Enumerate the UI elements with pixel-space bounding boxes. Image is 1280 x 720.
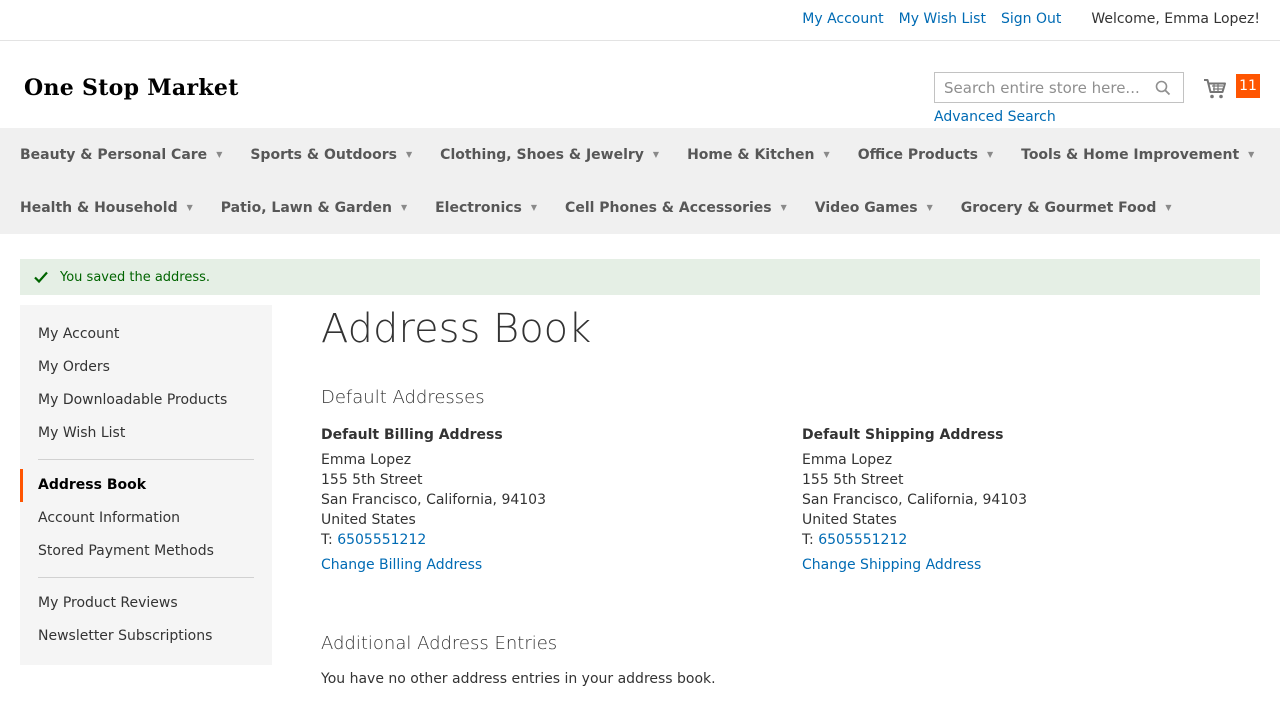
shipping-address-box: Default Shipping Address Emma Lopez 155 … [802, 425, 1027, 575]
advanced-search-link[interactable]: Advanced Search [934, 109, 1056, 125]
success-message-text: You saved the address. [60, 269, 211, 285]
no-additional-addresses-text: You have no other address entries in you… [321, 671, 716, 687]
search-input[interactable] [935, 73, 1145, 102]
top-links: My Account My Wish List Sign Out Welcome… [787, 11, 1260, 27]
chevron-down-icon: ▼ [406, 150, 413, 159]
nav-item-grocery[interactable]: Grocery & Gourmet Food ▼ [961, 200, 1172, 216]
nav-item-label: Tools & Home Improvement [1021, 146, 1240, 163]
nav-item-office[interactable]: Office Products ▼ [858, 147, 993, 163]
nav-item-electronics[interactable]: Electronics ▼ [435, 200, 537, 216]
billing-phone-row: T: 6505551212 [321, 530, 546, 550]
shipping-address-heading: Default Shipping Address [802, 427, 1004, 443]
sidebar-divider [38, 577, 254, 578]
cart-icon[interactable] [1203, 78, 1227, 100]
chevron-down-icon: ▼ [926, 203, 933, 212]
sidebar-item-address-book: Address Book [20, 469, 272, 502]
nav-item-beauty[interactable]: Beauty & Personal Care ▼ [20, 147, 222, 163]
sign-out-link[interactable]: Sign Out [1001, 11, 1061, 27]
billing-city: San Francisco, California, 94103 [321, 492, 546, 508]
search-box [934, 72, 1184, 103]
nav-item-health[interactable]: Health & Household ▼ [20, 200, 193, 216]
nav-row: Beauty & Personal Care ▼ Sports & Outdoor… [20, 128, 1280, 181]
sidebar-item-stored-payment-methods[interactable]: Stored Payment Methods [20, 535, 272, 568]
chevron-down-icon: ▼ [986, 150, 994, 159]
nav-row: Health & Household ▼ Patio, Lawn & Garden… [20, 181, 1280, 234]
sidebar-item-account-information[interactable]: Account Information [20, 502, 272, 535]
nav-item-sports[interactable]: Sports & Outdoors ▼ [250, 147, 412, 163]
chevron-down-icon: ▼ [530, 203, 538, 212]
nav-item-label: Video Games [814, 199, 918, 216]
nav-item-label: Patio, Lawn & Garden [220, 199, 392, 216]
account-sidebar: My Account My Orders My Downloadable Pro… [20, 305, 272, 665]
shipping-country: United States [802, 512, 897, 528]
phone-prefix: T: [321, 532, 338, 548]
nav-item-label: Health & Household [20, 199, 178, 216]
sidebar-item-my-orders[interactable]: My Orders [20, 351, 272, 384]
billing-street: 155 5th Street [321, 472, 423, 488]
shipping-name: Emma Lopez [802, 452, 893, 468]
sidebar-item-newsletter-subscriptions[interactable]: Newsletter Subscriptions [20, 620, 272, 653]
nav-item-label: Sports & Outdoors [250, 146, 398, 163]
default-addresses-title: Default Addresses [321, 387, 485, 408]
nav-item-label: Clothing, Shoes & Jewelry [440, 146, 644, 163]
nav-item-label: Grocery & Gourmet Food [960, 199, 1157, 216]
shipping-street: 155 5th Street [802, 472, 904, 488]
sidebar-item-my-account[interactable]: My Account [20, 318, 272, 351]
nav-item-label: Office Products [857, 146, 978, 163]
chevron-down-icon: ▼ [823, 150, 830, 159]
sidebar-divider [38, 459, 254, 460]
nav-item-home-kitchen[interactable]: Home & Kitchen ▼ [687, 147, 830, 163]
top-links-bar: My Account My Wish List Sign Out Welcome… [0, 0, 1280, 41]
shipping-phone-link[interactable]: 6505551212 [818, 532, 907, 548]
additional-addresses-title: Additional Address Entries [321, 633, 558, 654]
phone-prefix: T: [802, 532, 819, 548]
main-content: Address Book Default Addresses Default B… [321, 305, 1261, 687]
cart-count-badge: 11 [1236, 74, 1260, 98]
change-billing-address-link[interactable]: Change Billing Address [321, 555, 546, 575]
nav-item-patio[interactable]: Patio, Lawn & Garden ▼ [221, 200, 407, 216]
nav-item-tools[interactable]: Tools & Home Improvement ▼ [1021, 147, 1254, 163]
chevron-down-icon: ▼ [652, 150, 660, 159]
welcome-message: Welcome, Emma Lopez! [1091, 11, 1260, 27]
header: One Stop Market Advanced Search 11 [0, 41, 1280, 128]
sidebar-item-downloadable-products[interactable]: My Downloadable Products [20, 384, 272, 417]
billing-address-box: Default Billing Address Emma Lopez 155 5… [321, 425, 546, 575]
shipping-phone-row: T: 6505551212 [802, 530, 1027, 550]
checkmark-icon [34, 271, 48, 284]
shipping-city: San Francisco, California, 94103 [802, 492, 1027, 508]
nav-item-label: Cell Phones & Accessories [565, 199, 772, 216]
sidebar-item-product-reviews[interactable]: My Product Reviews [20, 587, 272, 620]
chevron-down-icon: ▼ [1165, 203, 1172, 212]
minicart[interactable]: 11 [1203, 74, 1260, 104]
nav-item-label: Home & Kitchen [687, 146, 815, 163]
chevron-down-icon: ▼ [216, 150, 223, 159]
chevron-down-icon: ▼ [1248, 150, 1255, 159]
category-nav: Beauty & Personal Care ▼ Sports & Outdoor… [0, 128, 1280, 234]
nav-item-label: Electronics [435, 199, 522, 216]
success-message: You saved the address. [20, 259, 1260, 295]
chevron-down-icon: ▼ [186, 203, 193, 212]
chevron-down-icon: ▼ [780, 203, 787, 212]
nav-item-cell-phones[interactable]: Cell Phones & Accessories ▼ [565, 200, 787, 216]
nav-item-label: Beauty & Personal Care [20, 146, 208, 163]
billing-country: United States [321, 512, 416, 528]
my-wish-list-link[interactable]: My Wish List [899, 11, 986, 27]
billing-name: Emma Lopez [321, 452, 412, 468]
sidebar-item-wish-list[interactable]: My Wish List [20, 417, 272, 450]
my-account-link[interactable]: My Account [802, 11, 883, 27]
search-icon[interactable] [1155, 80, 1171, 96]
nav-item-clothing[interactable]: Clothing, Shoes & Jewelry ▼ [440, 147, 659, 163]
store-logo[interactable]: One Stop Market [24, 75, 239, 101]
billing-address-heading: Default Billing Address [321, 427, 503, 443]
change-shipping-address-link[interactable]: Change Shipping Address [802, 555, 1027, 575]
billing-phone-link[interactable]: 6505551212 [337, 532, 426, 548]
nav-item-video-games[interactable]: Video Games ▼ [815, 200, 933, 216]
chevron-down-icon: ▼ [400, 203, 408, 212]
page-title: Address Book [321, 306, 592, 352]
